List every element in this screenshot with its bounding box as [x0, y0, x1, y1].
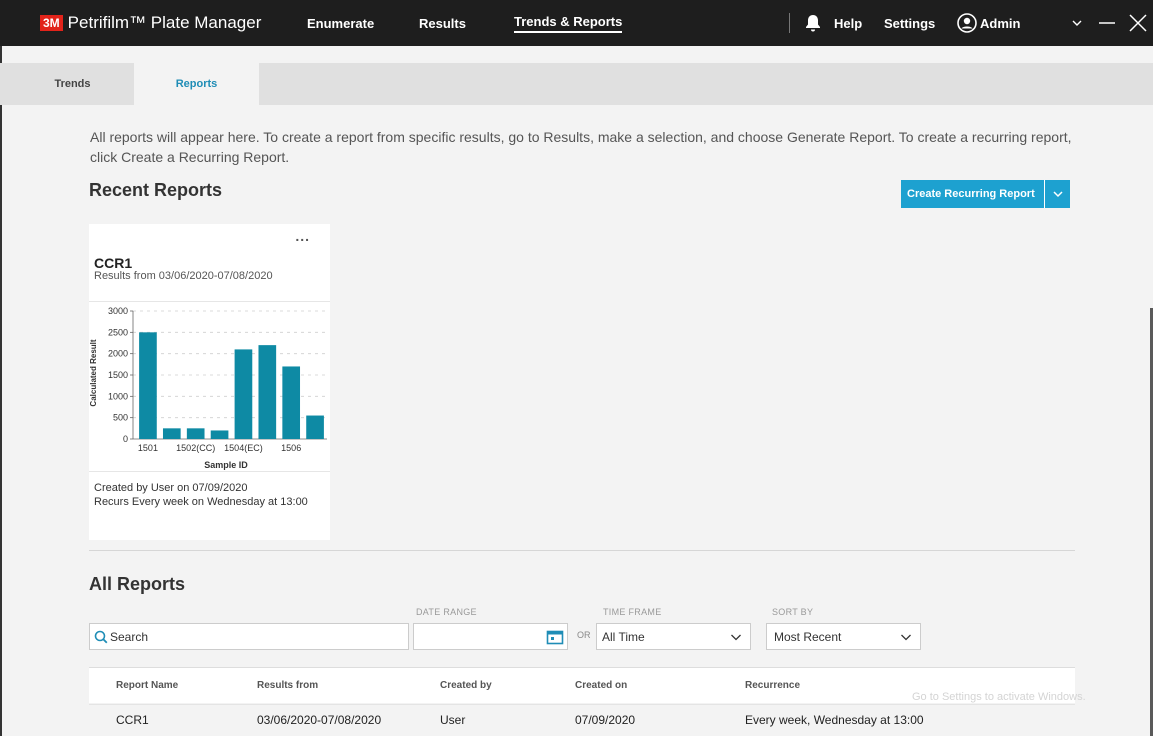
- time-frame-label: TIME FRAME: [603, 607, 662, 617]
- time-frame-select[interactable]: All Time: [596, 623, 751, 650]
- tab-trends[interactable]: Trends: [10, 63, 135, 105]
- sort-by-label: SORT BY: [772, 607, 814, 617]
- y-tick-label: 1500: [108, 370, 128, 380]
- search-input[interactable]: Search: [89, 623, 409, 650]
- report-card[interactable]: ... CCR1 Results from 03/06/2020-07/08/2…: [89, 224, 330, 540]
- x-tick-label: 1506: [281, 443, 301, 453]
- date-range-label: DATE RANGE: [416, 607, 477, 617]
- settings-link[interactable]: Settings: [884, 0, 935, 46]
- bar: [306, 415, 324, 439]
- search-icon: [94, 630, 108, 643]
- section-divider: [89, 550, 1075, 551]
- notifications-icon[interactable]: [803, 0, 823, 46]
- calendar-icon[interactable]: [546, 629, 564, 645]
- date-range-input[interactable]: [413, 623, 568, 650]
- user-menu[interactable]: Admin: [957, 0, 1020, 46]
- user-avatar-icon: [957, 13, 977, 33]
- y-tick-label: 500: [113, 413, 128, 423]
- y-tick-label: 2500: [108, 327, 128, 337]
- card-divider: [89, 471, 330, 472]
- column-recurrence[interactable]: Recurrence: [745, 680, 800, 691]
- table-row[interactable]: CCR1 03/06/2020-07/08/2020 User 07/09/20…: [89, 704, 1075, 736]
- chevron-down-icon[interactable]: [1071, 0, 1083, 46]
- column-created-by[interactable]: Created by: [440, 680, 492, 691]
- bar: [234, 349, 253, 439]
- bar: [186, 428, 205, 439]
- nav-enumerate[interactable]: Enumerate: [307, 0, 374, 46]
- chevron-down-icon: [901, 634, 911, 640]
- x-tick-label: 1504(EC): [224, 443, 263, 453]
- y-tick-label: 0: [123, 434, 128, 444]
- or-label: OR: [577, 630, 591, 640]
- tab-reports[interactable]: Reports: [134, 63, 259, 105]
- bar: [162, 428, 181, 439]
- nav-trends-reports[interactable]: Trends & Reports: [514, 0, 623, 46]
- time-frame-value: All Time: [602, 629, 645, 644]
- column-report-name[interactable]: Report Name: [116, 680, 178, 691]
- cell-created-by: User: [440, 713, 466, 727]
- column-results-from[interactable]: Results from: [257, 680, 318, 691]
- report-card-title: CCR1: [94, 255, 133, 271]
- tab-bar: Trends Reports: [0, 63, 1153, 105]
- close-icon[interactable]: [1128, 0, 1148, 46]
- brand-logo: 3M: [40, 15, 63, 31]
- create-recurring-report-button[interactable]: Create Recurring Report: [901, 180, 1070, 208]
- report-card-range: Results from 03/06/2020-07/08/2020: [94, 270, 273, 282]
- x-tick-label: 1502(CC): [176, 443, 215, 453]
- sort-by-select[interactable]: Most Recent: [766, 623, 921, 650]
- more-options-icon[interactable]: ...: [295, 228, 310, 244]
- column-created-on[interactable]: Created on: [575, 680, 627, 691]
- app-title: Petrifilm™ Plate Manager: [67, 13, 262, 32]
- header-divider: [789, 13, 790, 33]
- sort-by-value: Most Recent: [774, 629, 842, 644]
- card-divider: [89, 301, 330, 302]
- x-axis-label: Sample ID: [204, 460, 248, 470]
- create-recurring-report-label: Create Recurring Report: [907, 188, 1035, 200]
- intro-text: All reports will appear here. To create …: [90, 129, 1072, 165]
- cell-created-on: 07/09/2020: [575, 713, 636, 727]
- window-edge: [0, 46, 2, 736]
- chevron-down-icon: [731, 634, 741, 640]
- cell-report-name[interactable]: CCR1: [116, 713, 149, 727]
- y-axis-label: Calculated Result: [89, 339, 98, 406]
- all-reports-heading: All Reports: [89, 574, 186, 594]
- minimize-icon[interactable]: [1097, 0, 1117, 46]
- user-name: Admin: [980, 15, 1021, 31]
- report-card-recurrence: Recurs Every week on Wednesday at 13:00: [94, 496, 308, 508]
- report-card-created: Created by User on 07/09/2020: [94, 482, 248, 494]
- nav-results[interactable]: Results: [419, 0, 466, 46]
- search-placeholder: Search: [110, 629, 149, 644]
- bar: [282, 366, 301, 439]
- cell-recurrence: Every week, Wednesday at 13:00: [745, 713, 924, 727]
- help-link[interactable]: Help: [834, 0, 862, 46]
- x-tick-label: 1501: [138, 443, 158, 453]
- bar: [210, 430, 229, 439]
- recent-reports-heading: Recent Reports: [89, 180, 223, 200]
- activation-watermark: Go to Settings to activate Windows.: [912, 691, 1086, 703]
- y-tick-label: 3000: [108, 306, 128, 316]
- report-chart: Calculated Result Sample ID 0 500 1000 1500…: [89, 306, 327, 470]
- y-tick-label: 1000: [108, 391, 128, 401]
- y-tick-label: 2000: [108, 349, 128, 359]
- chevron-down-icon[interactable]: [1045, 188, 1070, 200]
- bar: [139, 332, 157, 439]
- bar: [258, 345, 277, 439]
- cell-results-from: 03/06/2020-07/08/2020: [257, 713, 382, 727]
